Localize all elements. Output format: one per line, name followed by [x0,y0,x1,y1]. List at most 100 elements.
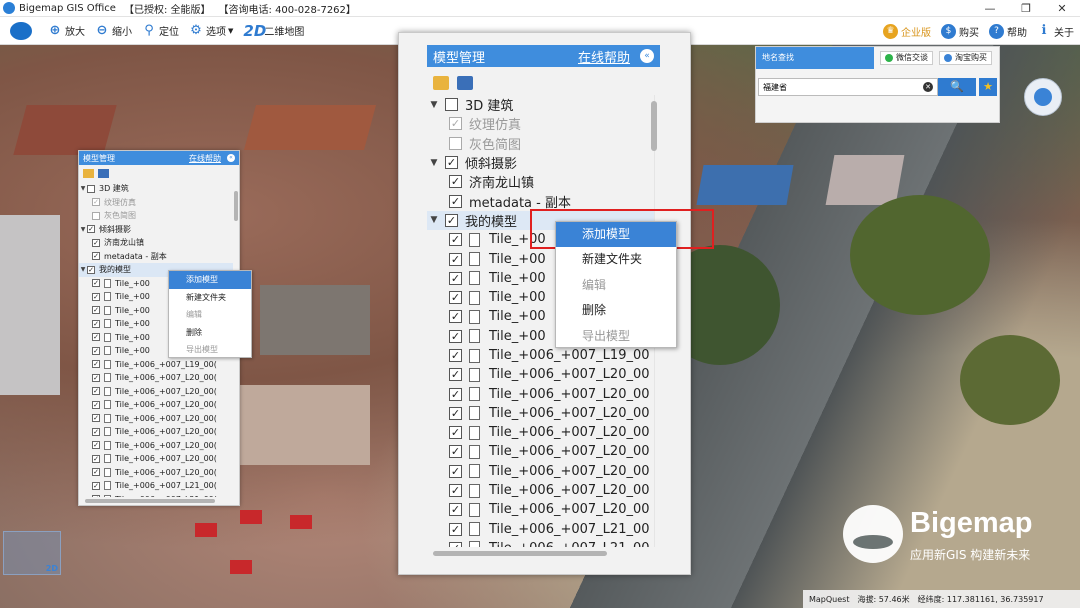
online-help-link[interactable]: 在线帮助 [578,47,630,66]
visibility-checkbox[interactable]: ✓ [92,360,100,369]
tree-item-row[interactable]: ✓ Tile_+006_+007_L21_00( [79,479,233,493]
visibility-checkbox[interactable]: ✓ [92,387,100,396]
visibility-checkbox[interactable]: ✓ [92,481,100,490]
tree-item-row[interactable]: ✓ 纹理仿真 [427,114,654,133]
expand-chevron-icon[interactable]: ▼ [79,266,87,273]
tree-item-row[interactable]: ✓ metadata - 副本 [427,191,654,211]
overview-map[interactable]: 2D [3,531,61,575]
visibility-checkbox[interactable]: ✓ [92,468,100,477]
open-folder-icon[interactable] [433,76,449,90]
context-menu-item[interactable]: 删除 [169,324,251,342]
wechat-chat-button[interactable]: 微信交谈 [880,51,933,65]
visibility-checkbox[interactable]: ✓ [449,445,462,459]
visibility-checkbox[interactable]: ✓ [92,427,100,436]
expand-chevron-icon[interactable]: ▼ [427,215,441,225]
collapse-icon[interactable]: « [640,49,654,63]
visibility-checkbox[interactable]: ✓ [449,541,462,547]
visibility-checkbox[interactable]: ✓ [445,156,458,170]
tree-item-row[interactable]: ✓ Tile_+006_+007_L20_00( [79,385,233,399]
tree-item-row[interactable]: ✓ Tile_+006_+007_L20_00( [79,452,233,466]
restore-button[interactable]: ❐ [1008,0,1044,17]
tree-item-row[interactable]: ✓ Tile_+006_+007_L21_00( [79,493,233,497]
visibility-checkbox[interactable]: ✓ [449,406,462,420]
tree-item-row[interactable]: ✓ Tile_+006_+007_L20_00( [79,371,233,385]
visibility-checkbox[interactable]: ✓ [92,292,100,301]
collapse-icon[interactable]: « [227,154,235,162]
save-icon[interactable] [457,76,473,90]
place-search-input[interactable] [758,78,938,96]
help-button[interactable]: ? 帮助 [989,23,1027,39]
tree-item-row[interactable]: ✓ Tile_+006_+007_L20_00( [79,439,233,453]
expand-chevron-icon[interactable]: ▼ [427,100,441,110]
zoom-out-button[interactable]: ⊖ 缩小 [95,23,132,38]
tree-item-row[interactable]: ✓ Tile_+006_+007_L20_00( [79,412,233,426]
clear-icon[interactable]: ✕ [923,82,933,92]
visibility-checkbox[interactable]: ✓ [449,349,462,362]
visibility-checkbox[interactable]: ✓ [449,310,462,324]
visibility-checkbox[interactable]: ✓ [449,329,462,343]
tree-item-row[interactable]: ✓ Tile_+006_+007_L19_00( [79,358,233,372]
vertical-scrollbar[interactable] [234,191,238,221]
map-mode-button[interactable]: 2D 二维地图 [243,23,304,38]
visibility-checkbox[interactable]: ✓ [449,252,462,266]
visibility-checkbox[interactable]: ✓ [449,233,462,247]
visibility-checkbox[interactable]: ✓ [92,441,100,450]
horizontal-scrollbar[interactable] [433,551,607,556]
visibility-checkbox[interactable]: ✓ [449,522,462,536]
visibility-checkbox[interactable]: ✓ [92,373,100,382]
visibility-checkbox[interactable]: ✓ [87,265,95,274]
visibility-checkbox[interactable]: ✓ [92,333,100,342]
favorite-star-icon[interactable]: ★ [979,78,997,96]
visibility-checkbox[interactable]: ✓ [449,503,462,517]
tree-item-row[interactable]: ✓ metadata - 副本 [79,250,233,264]
pan-control-icon[interactable] [1034,88,1052,106]
visibility-checkbox[interactable] [445,98,458,112]
visibility-checkbox[interactable]: ✓ [92,306,100,315]
horizontal-scrollbar[interactable] [85,499,215,503]
app-menu-logo-icon[interactable] [10,21,32,40]
visibility-checkbox[interactable]: ✓ [87,225,95,234]
about-button[interactable]: ℹ 关于 [1037,24,1074,39]
tree-group-row[interactable]: ▼ 3D 建筑 [79,182,233,196]
tree-group-row[interactable]: ▼ 3D 建筑 [427,95,654,114]
online-help-link[interactable]: 在线帮助 [189,153,221,164]
visibility-checkbox[interactable]: ✓ [92,414,100,423]
expand-chevron-icon[interactable]: ▼ [79,185,87,192]
tree-item-row[interactable]: ✓ Tile_+006_+007_L20_00 [427,500,654,519]
context-menu-item[interactable]: 新建文件夹 [169,289,251,307]
tree-item-row[interactable]: ✓ 纹理仿真 [79,196,233,210]
zoom-in-button[interactable]: ⊕ 放大 [48,23,85,38]
tree-item-row[interactable]: ✓ Tile_+006_+007_L21_00 [427,539,654,547]
buy-button[interactable]: $ 购买 [941,23,979,39]
tree-item-row[interactable]: ✓ Tile_+006_+007_L20_00( [79,466,233,480]
tree-item-row[interactable]: ✓ Tile_+006_+007_L20_00 [427,404,654,423]
tree-group-row[interactable]: ▼ ✓ 倾斜摄影 [427,153,654,172]
tree-item-row[interactable]: ✓ Tile_+006_+007_L20_00 [427,442,654,461]
visibility-checkbox[interactable]: ✓ [92,279,100,288]
tree-item-row[interactable]: 灰色简图 [427,134,654,153]
enterprise-button[interactable]: ♛ 企业版 [883,23,931,39]
tree-item-row[interactable]: ✓ Tile_+006_+007_L21_00 [427,520,654,539]
visibility-checkbox[interactable]: ✓ [445,213,458,227]
navigation-compass[interactable] [1024,78,1062,116]
minimize-button[interactable]: — [972,0,1008,17]
open-folder-icon[interactable] [83,169,94,178]
expand-chevron-icon[interactable]: ▼ [79,226,87,233]
visibility-checkbox[interactable] [87,184,95,193]
context-menu-item[interactable]: 删除 [556,298,676,323]
save-icon[interactable] [98,169,109,178]
taobao-buy-button[interactable]: 淘宝购买 [939,51,992,65]
tree-item-row[interactable]: ✓ Tile_+006_+007_L20_00( [79,398,233,412]
visibility-checkbox[interactable]: ✓ [449,387,462,401]
visibility-checkbox[interactable]: ✓ [449,368,462,382]
visibility-checkbox[interactable]: ✓ [449,426,462,440]
tree-item-row[interactable]: 灰色简图 [79,209,233,223]
tree-item-row[interactable]: ✓ Tile_+006_+007_L20_00 [427,423,654,442]
tree-group-row[interactable]: ▼ ✓ 倾斜摄影 [79,223,233,237]
visibility-checkbox[interactable]: ✓ [92,319,100,328]
context-menu-item[interactable]: 添加模型 [169,271,251,289]
visibility-checkbox[interactable]: ✓ [449,291,462,305]
expand-chevron-icon[interactable]: ▼ [427,158,441,168]
vertical-scrollbar[interactable] [651,101,657,151]
visibility-checkbox[interactable]: ✓ [92,454,100,463]
